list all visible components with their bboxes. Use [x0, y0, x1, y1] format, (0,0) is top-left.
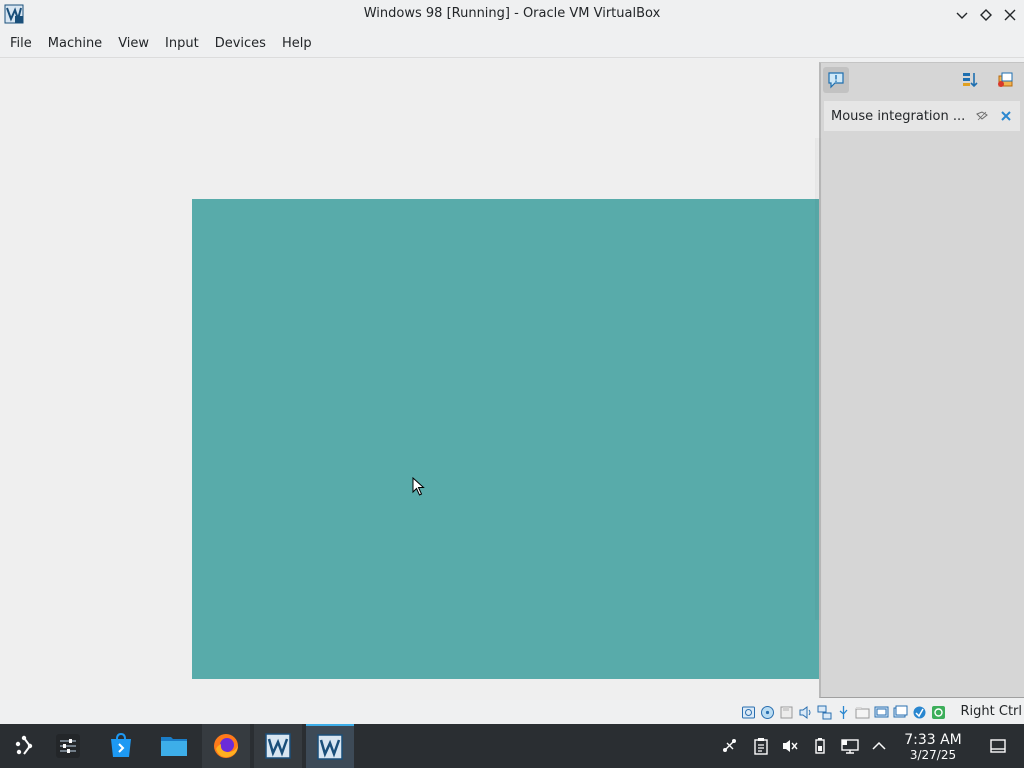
panel-toolbar	[821, 63, 1024, 97]
discover-store-icon[interactable]	[97, 724, 145, 768]
floppy-drive-icon[interactable]	[778, 704, 794, 720]
audio-muted-icon[interactable]	[778, 724, 802, 768]
digital-clock[interactable]: 7:33 AM 3/27/25	[897, 732, 969, 762]
host-key-label[interactable]: Right Ctrl	[961, 703, 1023, 721]
notification-center-panel: Mouse integration ...	[815, 62, 1024, 698]
network-wired-icon[interactable]	[838, 724, 862, 768]
status-bar: Right Ctrl	[0, 700, 1024, 724]
guest-additions-icon[interactable]	[911, 704, 927, 720]
hard-disk-icon[interactable]	[740, 704, 756, 720]
dismiss-icon[interactable]	[996, 106, 1016, 126]
audio-icon[interactable]	[797, 704, 813, 720]
clipboard-icon[interactable]	[749, 724, 773, 768]
virtualbox-vm-icon[interactable]	[306, 724, 354, 768]
minimize-icon[interactable]	[950, 3, 974, 27]
clock-date: 3/27/25	[909, 748, 957, 762]
shared-folders-icon[interactable]	[854, 704, 870, 720]
menu-devices[interactable]: Devices	[207, 30, 274, 58]
firefox-icon[interactable]	[202, 724, 250, 768]
notification-text: Mouse integration ...	[831, 108, 966, 124]
taskbar: 7:33 AM 3/27/25	[0, 724, 1024, 768]
battery-icon[interactable]	[808, 724, 832, 768]
usb-icon[interactable]	[835, 704, 851, 720]
guest-screen[interactable]	[192, 199, 820, 679]
expand-tray-icon[interactable]	[867, 724, 891, 768]
close-icon[interactable]	[998, 3, 1022, 27]
menu-machine[interactable]: Machine	[40, 30, 110, 58]
status-icons	[737, 704, 946, 720]
window-controls	[950, 0, 1024, 30]
menu-view[interactable]: View	[110, 30, 157, 58]
menu-bar: File Machine View Input Devices Help	[0, 30, 1024, 58]
maximize-icon[interactable]	[974, 3, 998, 27]
menu-help[interactable]: Help	[274, 30, 320, 58]
menu-file[interactable]: File	[2, 30, 40, 58]
show-desktop-icon[interactable]	[984, 724, 1012, 768]
title-bar[interactable]: Windows 98 [Running] - Oracle VM Virtual…	[0, 0, 1024, 30]
notification-center-icon[interactable]	[823, 67, 849, 93]
notification-mouse-integration[interactable]: Mouse integration ...	[824, 101, 1020, 131]
sort-notifications-icon[interactable]	[957, 67, 983, 93]
vm-display-area[interactable]	[0, 59, 820, 724]
keep-notifications-icon[interactable]	[992, 67, 1018, 93]
application-launcher-icon[interactable]	[0, 724, 48, 768]
panel-shadow	[815, 138, 823, 620]
display-icon[interactable]	[873, 704, 889, 720]
network-icon[interactable]	[816, 704, 832, 720]
system-settings-icon[interactable]	[44, 724, 92, 768]
file-manager-icon[interactable]	[150, 724, 198, 768]
mouse-pointer-icon	[412, 476, 426, 497]
window-title: Windows 98 [Running] - Oracle VM Virtual…	[363, 6, 661, 21]
virtualbox-manager-icon[interactable]	[254, 724, 302, 768]
optical-drive-icon[interactable]	[759, 704, 775, 720]
clock-time: 7:33 AM	[904, 732, 962, 748]
kde-connect-icon[interactable]	[718, 724, 742, 768]
video-capture-icon[interactable]	[892, 704, 908, 720]
mouse-integration-icon[interactable]	[972, 106, 992, 126]
menu-input[interactable]: Input	[157, 30, 207, 58]
mouse-integration-status-icon[interactable]	[930, 704, 946, 720]
